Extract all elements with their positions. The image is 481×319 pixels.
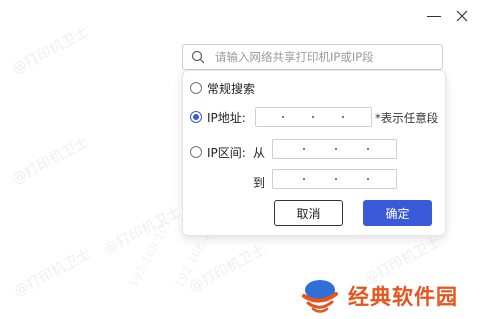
confirm-button[interactable]: 确定 — [363, 200, 432, 226]
close-icon — [456, 10, 468, 22]
wildcard-hint: *表示任意段 — [375, 111, 439, 125]
radio-ip-range[interactable] — [190, 146, 202, 158]
minimize-icon — [427, 15, 441, 17]
ip-range-start-input[interactable] — [272, 139, 397, 159]
cancel-button[interactable]: 取消 — [274, 200, 343, 226]
watermark-text: @打印机卫士 — [9, 24, 92, 78]
search-options-panel: 常规搜索 IP地址: *表示任意段 IP区间: 从 到 取消 确定 — [182, 70, 446, 236]
label-ip-range: IP区间: — [207, 146, 246, 160]
radio-normal-search[interactable] — [190, 82, 202, 94]
label-from: 从 — [253, 146, 266, 160]
search-input[interactable]: 请输入网络共享打印机IP或IP段 — [182, 44, 443, 70]
watermark-ip: 192.168.101 — [126, 216, 175, 290]
minimize-button[interactable] — [424, 6, 444, 26]
radio-ip-address[interactable] — [190, 111, 202, 123]
label-to: 到 — [253, 176, 266, 190]
search-placeholder: 请输入网络共享打印机IP或IP段 — [215, 50, 374, 64]
brand-name: 经典软件园 — [348, 285, 458, 309]
label-ip-address: IP地址: — [207, 111, 246, 125]
ip-range-end-input[interactable] — [272, 169, 397, 189]
watermark-text: @打印机卫士 — [186, 242, 269, 296]
search-icon — [190, 49, 206, 65]
watermark-text: @打印机卫士 — [101, 204, 184, 258]
brand-logo: 经典软件园 — [300, 276, 458, 316]
watermark-text: @打印机卫士 — [9, 134, 92, 188]
ip-address-input[interactable] — [255, 107, 372, 127]
label-normal-search: 常规搜索 — [207, 82, 256, 96]
brand-logo-icon — [302, 280, 338, 313]
close-button[interactable] — [452, 6, 472, 26]
watermark-text: @打印机卫士 — [11, 246, 94, 300]
